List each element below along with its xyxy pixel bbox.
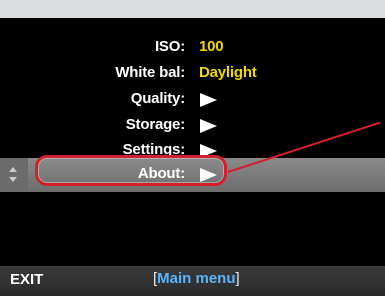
bracket-close: ] [235, 270, 240, 287]
iso-label: ISO: [154, 38, 185, 55]
white-balance-value: Daylight [199, 64, 257, 81]
submenu-arrow-icon [200, 119, 217, 133]
bottom-bar: EXIT [Main menu] [0, 266, 385, 296]
white-balance-label: White bal: [115, 64, 185, 81]
menu-row-white-balance[interactable]: White bal: Daylight [0, 61, 385, 87]
menu-row-iso[interactable]: ISO: 100 [0, 35, 385, 61]
menu-row-storage[interactable]: Storage: [0, 113, 385, 139]
quality-label: Quality: [130, 90, 185, 107]
exit-button[interactable]: EXIT [10, 271, 43, 288]
scroll-indicator [0, 158, 28, 192]
camera-screen: ISO: 100 White bal: Daylight Quality: St… [0, 0, 385, 296]
menu-row-quality[interactable]: Quality: [0, 87, 385, 113]
submenu-arrow-icon [200, 93, 217, 107]
main-menu-text: Main menu [157, 270, 236, 287]
iso-value: 100 [199, 38, 224, 55]
main-menu-label[interactable]: [Main menu] [153, 270, 240, 287]
menu-display: ISO: 100 White bal: Daylight Quality: St… [0, 18, 385, 266]
scroll-down-icon [9, 177, 17, 182]
storage-label: Storage: [125, 116, 185, 133]
scroll-up-icon [9, 167, 17, 172]
highlight-callout [35, 155, 227, 186]
